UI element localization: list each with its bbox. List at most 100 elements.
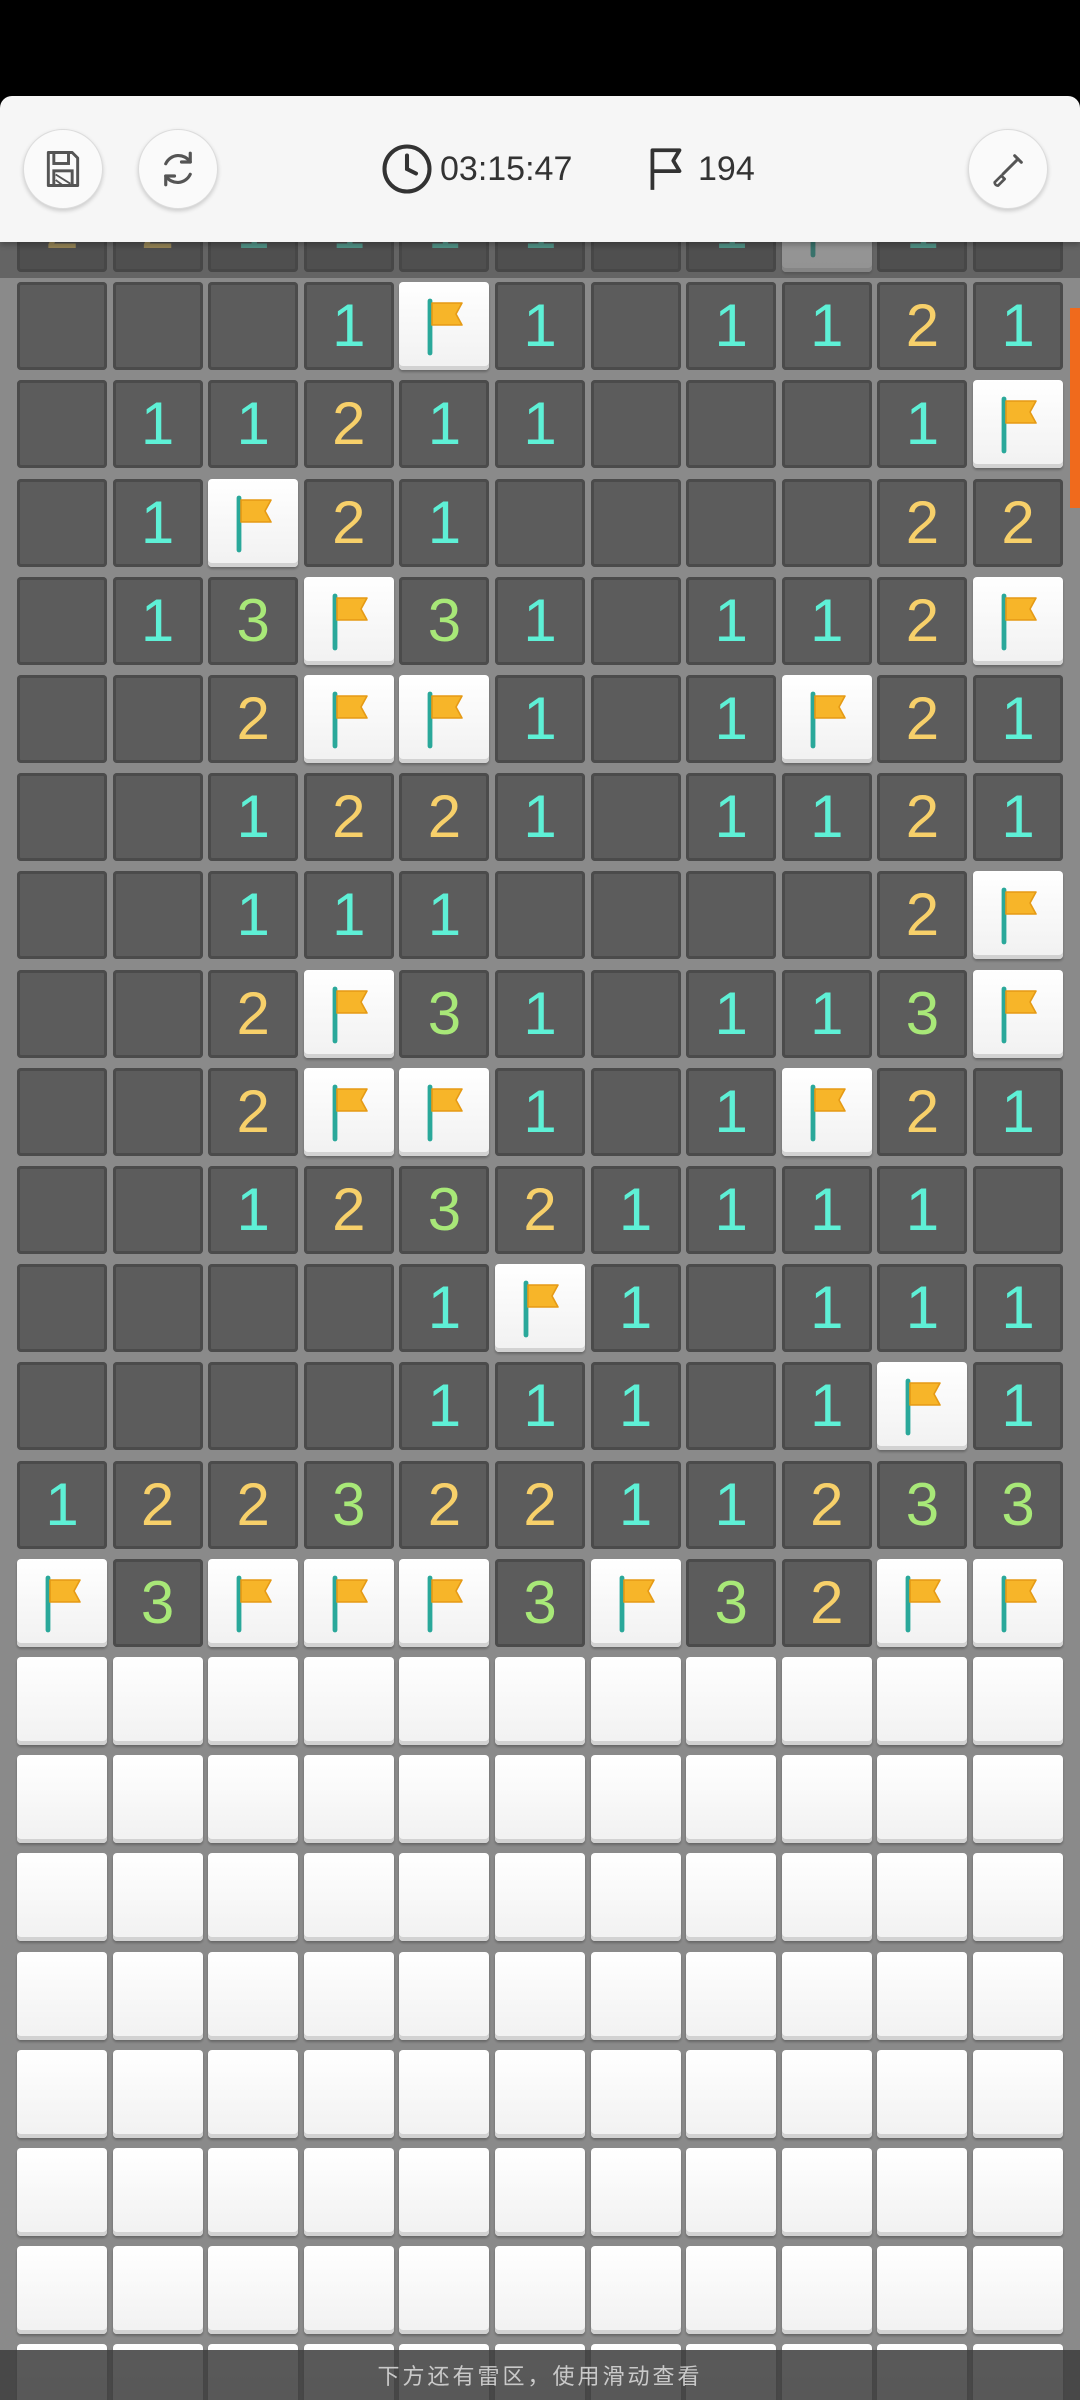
covered-cell[interactable]	[399, 2049, 490, 2138]
covered-cell[interactable]	[686, 2246, 777, 2335]
flagged-cell[interactable]	[399, 1067, 490, 1156]
flagged-cell[interactable]	[303, 576, 394, 665]
covered-cell[interactable]	[877, 1657, 968, 1745]
number-cell[interactable]: 1	[686, 1067, 777, 1156]
covered-cell[interactable]	[303, 1657, 394, 1745]
covered-cell[interactable]	[495, 2148, 585, 2236]
number-cell[interactable]: 1	[781, 969, 872, 1058]
save-button[interactable]	[23, 129, 103, 209]
number-cell[interactable]: 2	[877, 675, 968, 763]
dig-tool-button[interactable]	[968, 129, 1048, 209]
number-cell[interactable]: 3	[208, 576, 299, 665]
covered-cell[interactable]	[495, 2049, 585, 2138]
covered-cell[interactable]	[781, 1951, 872, 2040]
empty-cell[interactable]	[781, 478, 872, 567]
number-cell[interactable]: 1	[686, 773, 777, 862]
covered-cell[interactable]	[17, 2148, 107, 2236]
covered-cell[interactable]	[399, 1657, 490, 1745]
number-cell[interactable]: 1	[686, 1166, 777, 1254]
empty-cell[interactable]	[590, 478, 681, 567]
number-cell[interactable]: 1	[208, 871, 299, 960]
empty-cell[interactable]	[112, 675, 203, 763]
covered-cell[interactable]	[112, 1853, 203, 1942]
empty-cell[interactable]	[590, 1067, 681, 1156]
flagged-cell[interactable]	[399, 282, 490, 371]
empty-cell[interactable]	[495, 478, 585, 567]
flagged-cell[interactable]	[303, 675, 394, 763]
empty-cell[interactable]	[590, 871, 681, 960]
empty-cell[interactable]	[17, 1067, 107, 1156]
empty-cell[interactable]	[590, 380, 681, 469]
number-cell[interactable]: 2	[495, 1166, 585, 1254]
empty-cell[interactable]	[112, 1264, 203, 1353]
empty-cell[interactable]	[112, 282, 203, 371]
number-cell[interactable]: 2	[877, 773, 968, 862]
number-cell[interactable]: 3	[877, 969, 968, 1058]
empty-cell[interactable]	[590, 576, 681, 665]
flagged-cell[interactable]	[208, 478, 299, 567]
number-cell[interactable]: 1	[781, 773, 872, 862]
number-cell[interactable]: 1	[686, 675, 777, 763]
covered-cell[interactable]	[17, 2049, 107, 2138]
number-cell[interactable]: 1	[781, 282, 872, 371]
covered-cell[interactable]	[303, 2049, 394, 2138]
covered-cell[interactable]	[208, 1853, 299, 1942]
covered-cell[interactable]	[781, 1853, 872, 1942]
number-cell[interactable]: 1	[495, 969, 585, 1058]
covered-cell[interactable]	[973, 1755, 1063, 1844]
number-cell[interactable]: 2	[303, 1166, 394, 1254]
number-cell[interactable]: 2	[877, 1067, 968, 1156]
empty-cell[interactable]	[17, 576, 107, 665]
covered-cell[interactable]	[495, 1853, 585, 1942]
covered-cell[interactable]	[112, 1951, 203, 2040]
empty-cell[interactable]	[590, 675, 681, 763]
empty-cell[interactable]	[17, 1264, 107, 1353]
number-cell[interactable]: 3	[399, 969, 490, 1058]
empty-cell[interactable]	[208, 1264, 299, 1353]
covered-cell[interactable]	[208, 1657, 299, 1745]
covered-cell[interactable]	[686, 1951, 777, 2040]
covered-cell[interactable]	[686, 1755, 777, 1844]
covered-cell[interactable]	[973, 1657, 1063, 1745]
flagged-cell[interactable]	[973, 871, 1063, 960]
covered-cell[interactable]	[495, 1951, 585, 2040]
empty-cell[interactable]	[17, 1362, 107, 1451]
covered-cell[interactable]	[208, 1755, 299, 1844]
empty-cell[interactable]	[17, 478, 107, 567]
number-cell[interactable]: 2	[303, 773, 394, 862]
covered-cell[interactable]	[973, 2246, 1063, 2335]
covered-cell[interactable]	[208, 2049, 299, 2138]
empty-cell[interactable]	[686, 478, 777, 567]
covered-cell[interactable]	[781, 1657, 872, 1745]
number-cell[interactable]: 1	[208, 380, 299, 469]
number-cell[interactable]: 1	[973, 282, 1063, 371]
covered-cell[interactable]	[303, 2148, 394, 2236]
covered-cell[interactable]	[877, 2246, 968, 2335]
covered-cell[interactable]	[781, 2148, 872, 2236]
flagged-cell[interactable]	[208, 1558, 299, 1647]
covered-cell[interactable]	[112, 2246, 203, 2335]
empty-cell[interactable]	[781, 871, 872, 960]
empty-cell[interactable]	[17, 969, 107, 1058]
covered-cell[interactable]	[877, 2148, 968, 2236]
covered-cell[interactable]	[303, 1853, 394, 1942]
number-cell[interactable]: 1	[112, 478, 203, 567]
empty-cell[interactable]	[17, 773, 107, 862]
flagged-cell[interactable]	[399, 675, 490, 763]
number-cell[interactable]: 1	[781, 576, 872, 665]
covered-cell[interactable]	[973, 2148, 1063, 2236]
covered-cell[interactable]	[303, 2246, 394, 2335]
empty-cell[interactable]	[686, 380, 777, 469]
number-cell[interactable]: 1	[495, 773, 585, 862]
number-cell[interactable]: 2	[303, 478, 394, 567]
empty-cell[interactable]	[17, 675, 107, 763]
number-cell[interactable]: 1	[590, 1166, 681, 1254]
covered-cell[interactable]	[590, 1951, 681, 2040]
number-cell[interactable]: 1	[303, 282, 394, 371]
number-cell[interactable]: 1	[399, 380, 490, 469]
number-cell[interactable]: 3	[399, 576, 490, 665]
covered-cell[interactable]	[17, 1853, 107, 1942]
covered-cell[interactable]	[877, 1853, 968, 1942]
number-cell[interactable]: 2	[399, 1460, 490, 1549]
number-cell[interactable]: 2	[208, 969, 299, 1058]
